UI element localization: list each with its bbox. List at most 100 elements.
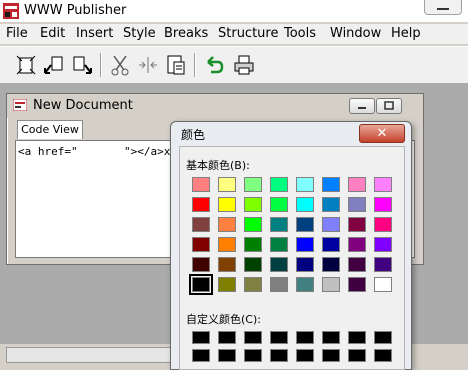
doc-maximize-button[interactable]	[376, 98, 402, 114]
color-swatch[interactable]	[296, 177, 314, 192]
menu-breaks[interactable]: Breaks	[164, 26, 208, 42]
document-titlebar: New Document	[7, 94, 423, 118]
color-swatch[interactable]	[374, 177, 392, 192]
color-dialog: 颜色 ✕ 基本颜色(B): 自定义颜色(C):	[170, 121, 412, 370]
color-swatch[interactable]	[244, 177, 262, 192]
new-icon[interactable]	[14, 53, 38, 77]
color-swatch[interactable]	[322, 257, 340, 272]
open-icon[interactable]	[42, 53, 66, 77]
color-swatch[interactable]	[244, 277, 262, 292]
menu-bar: File Edit Insert Style Breaks Structure …	[0, 24, 468, 44]
color-swatch[interactable]	[296, 197, 314, 212]
print-icon[interactable]	[232, 53, 256, 77]
custom-color-swatch[interactable]	[270, 331, 288, 344]
color-swatch[interactable]	[192, 257, 210, 272]
color-swatch[interactable]	[270, 277, 288, 292]
color-swatch[interactable]	[322, 277, 340, 292]
color-swatch[interactable]	[270, 177, 288, 192]
save-icon[interactable]	[70, 53, 94, 77]
color-swatch[interactable]	[348, 197, 366, 212]
menu-window[interactable]: Window	[330, 26, 381, 42]
undo-icon[interactable]	[202, 53, 226, 77]
custom-color-swatch[interactable]	[192, 331, 210, 344]
custom-color-swatch[interactable]	[322, 349, 340, 362]
menu-edit[interactable]: Edit	[40, 26, 65, 42]
custom-color-swatch[interactable]	[270, 349, 288, 362]
color-swatch[interactable]	[218, 197, 236, 212]
color-swatch[interactable]	[296, 277, 314, 292]
color-swatch[interactable]	[374, 257, 392, 272]
color-swatch[interactable]	[244, 257, 262, 272]
color-swatch[interactable]	[296, 217, 314, 232]
color-swatch[interactable]	[322, 197, 340, 212]
color-swatch[interactable]	[374, 277, 392, 292]
color-swatch[interactable]	[296, 237, 314, 252]
dialog-body: 基本颜色(B): 自定义颜色(C):	[179, 146, 405, 370]
menu-tools[interactable]: Tools	[284, 26, 316, 42]
color-swatch[interactable]	[218, 217, 236, 232]
cut-icon[interactable]	[108, 53, 132, 77]
custom-colors-label: 自定义颜色(C):	[186, 313, 261, 326]
color-swatch[interactable]	[322, 177, 340, 192]
color-swatch[interactable]	[322, 217, 340, 232]
menu-style[interactable]: Style	[123, 26, 156, 42]
color-swatch[interactable]	[192, 177, 210, 192]
toolbar-separator	[100, 53, 102, 77]
color-swatch[interactable]	[374, 237, 392, 252]
color-swatch[interactable]	[348, 217, 366, 232]
color-swatch[interactable]	[348, 177, 366, 192]
custom-color-swatch[interactable]	[218, 331, 236, 344]
minimize-button[interactable]	[424, 0, 462, 15]
app-logo-icon	[3, 3, 19, 19]
custom-color-swatch[interactable]	[322, 331, 340, 344]
doc-minimize-button[interactable]	[349, 98, 375, 114]
dialog-title: 颜色	[181, 128, 206, 142]
color-swatch[interactable]	[189, 274, 213, 295]
color-swatch[interactable]	[218, 277, 236, 292]
color-swatch[interactable]	[270, 237, 288, 252]
color-swatch[interactable]	[270, 197, 288, 212]
close-button[interactable]: ✕	[359, 124, 405, 143]
color-swatch[interactable]	[348, 257, 366, 272]
color-swatch[interactable]	[296, 257, 314, 272]
custom-color-swatch[interactable]	[374, 349, 392, 362]
color-swatch[interactable]	[244, 197, 262, 212]
split-icon[interactable]	[136, 53, 160, 77]
color-swatch[interactable]	[270, 257, 288, 272]
custom-color-swatch[interactable]	[296, 331, 314, 344]
menu-file[interactable]: File	[6, 26, 28, 42]
custom-color-swatch[interactable]	[192, 349, 210, 362]
custom-color-swatch[interactable]	[348, 349, 366, 362]
custom-color-swatch[interactable]	[244, 331, 262, 344]
color-swatch[interactable]	[218, 177, 236, 192]
color-swatch[interactable]	[192, 217, 210, 232]
color-swatch[interactable]	[218, 237, 236, 252]
document-title: New Document	[33, 98, 133, 113]
color-swatch[interactable]	[270, 217, 288, 232]
paste-icon[interactable]	[164, 53, 188, 77]
color-swatch[interactable]	[348, 277, 366, 292]
code-text: <a href=" "></a>xoo	[18, 145, 184, 158]
color-swatch[interactable]	[374, 217, 392, 232]
minimize-icon	[437, 8, 449, 10]
color-swatch[interactable]	[192, 197, 210, 212]
custom-color-swatch[interactable]	[374, 331, 392, 344]
app-title: WWW Publisher	[24, 3, 127, 18]
color-swatch[interactable]	[322, 237, 340, 252]
color-swatch[interactable]	[244, 217, 262, 232]
toolbar	[0, 46, 468, 84]
color-swatch[interactable]	[348, 237, 366, 252]
custom-color-swatch[interactable]	[244, 349, 262, 362]
color-swatch[interactable]	[374, 197, 392, 212]
color-swatch[interactable]	[218, 257, 236, 272]
menu-help[interactable]: Help	[391, 26, 421, 42]
color-swatch[interactable]	[244, 237, 262, 252]
color-swatch[interactable]	[192, 237, 210, 252]
menu-insert[interactable]: Insert	[76, 26, 113, 42]
basic-colors-label: 基本颜色(B):	[186, 159, 250, 172]
menu-structure[interactable]: Structure	[218, 26, 278, 42]
tab-code-view[interactable]: Code View	[17, 120, 83, 139]
custom-color-swatch[interactable]	[218, 349, 236, 362]
custom-color-swatch[interactable]	[296, 349, 314, 362]
custom-color-swatch[interactable]	[348, 331, 366, 344]
